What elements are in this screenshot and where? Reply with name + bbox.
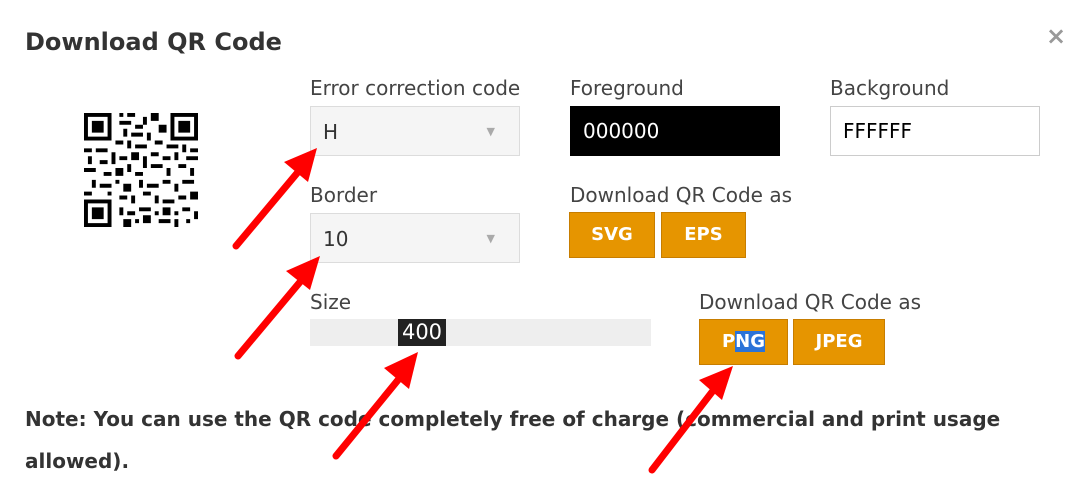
border-label: Border	[310, 183, 378, 207]
qr-code-preview	[84, 113, 198, 227]
ecc-value: H	[323, 120, 339, 144]
border-select[interactable]: 10 ▼	[310, 213, 520, 263]
ecc-label: Error correction code	[310, 76, 521, 100]
ecc-select[interactable]: H ▼	[310, 106, 520, 156]
arrow-to-ecc	[232, 168, 302, 250]
size-slider[interactable]: 400	[310, 319, 651, 346]
download-raster-label: Download QR Code as	[699, 290, 922, 314]
download-vector-label: Download QR Code as	[570, 183, 793, 207]
foreground-label: Foreground	[570, 76, 684, 100]
arrow-head-icon	[699, 366, 733, 400]
arrow-head-icon	[384, 352, 418, 389]
dialog-title: Download QR Code	[25, 28, 282, 56]
caret-down-icon: ▼	[486, 232, 495, 245]
download-svg-button[interactable]: SVG	[569, 212, 655, 258]
usage-note: Note: You can use the QR code completely…	[25, 407, 1001, 473]
download-png-button[interactable]: PNG	[699, 319, 788, 365]
close-icon[interactable]: ×	[1046, 22, 1066, 50]
background-label: Background	[830, 76, 950, 100]
size-label: Size	[310, 290, 352, 314]
size-slider-handle[interactable]: 400	[398, 319, 446, 346]
download-jpeg-button[interactable]: JPEG	[793, 319, 885, 365]
border-value: 10	[323, 227, 349, 251]
caret-down-icon: ▼	[486, 125, 495, 138]
background-color-input[interactable]: FFFFFF	[830, 106, 1040, 156]
arrow-to-border	[234, 278, 304, 360]
png-label-selected: NG	[735, 331, 766, 352]
foreground-color-input[interactable]: 000000	[570, 106, 780, 156]
download-eps-button[interactable]: EPS	[661, 212, 746, 258]
png-label-start: P	[721, 331, 736, 352]
